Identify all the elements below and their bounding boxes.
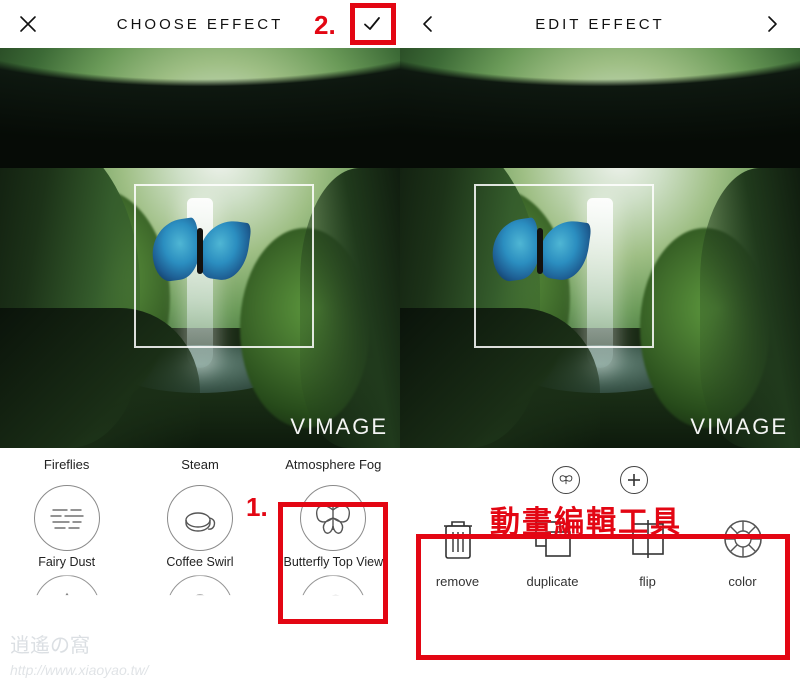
duplicate-icon: [530, 516, 576, 562]
effect-tabs: [400, 454, 800, 502]
tool-label: remove: [436, 574, 479, 589]
edit-tools: remove duplicate flip color: [400, 502, 800, 597]
preview-image-right[interactable]: VIMAGE: [400, 48, 800, 448]
effect-picker: Fireflies Steam Atmosphere Fog Fairy Dus…: [0, 448, 400, 684]
edit-panel: remove duplicate flip color: [400, 448, 800, 684]
fairy-dust-icon: [47, 498, 87, 538]
effect-partial-3[interactable]: [267, 571, 400, 647]
header-title: CHOOSE EFFECT: [42, 16, 358, 33]
effect-label: Butterfly Top View: [284, 555, 384, 569]
moon-icon: [313, 588, 353, 628]
tool-flip[interactable]: flip: [608, 516, 688, 589]
chevron-right-icon: [763, 15, 781, 33]
effect-label[interactable]: Steam: [133, 454, 266, 481]
butterfly-icon: [311, 496, 355, 540]
tab-effect-butterfly[interactable]: [552, 466, 580, 494]
prev-button[interactable]: [414, 10, 442, 38]
droplet-icon: [47, 588, 87, 628]
effect-fairy-dust[interactable]: Fairy Dust: [0, 481, 133, 575]
butterfly-effect-overlay[interactable]: [492, 220, 588, 284]
effect-coffee-swirl[interactable]: Coffee Swirl: [133, 481, 266, 575]
effect-label[interactable]: Fireflies: [0, 454, 133, 481]
flip-icon: [625, 516, 671, 562]
chevron-left-icon: [419, 15, 437, 33]
tab-add-effect[interactable]: [620, 466, 648, 494]
header-edit: EDIT EFFECT: [400, 0, 800, 48]
effect-butterfly-top[interactable]: Butterfly Top View: [267, 481, 400, 575]
tool-remove[interactable]: remove: [418, 516, 498, 589]
effect-row2: Fairy Dust Coffee Swirl Butterfly Top Vi…: [0, 481, 400, 575]
butterfly-effect-overlay[interactable]: [152, 220, 248, 284]
tool-duplicate[interactable]: duplicate: [513, 516, 593, 589]
header-choose: CHOOSE EFFECT: [0, 0, 400, 48]
tool-label: duplicate: [526, 574, 578, 589]
next-button[interactable]: [758, 10, 786, 38]
check-icon: [361, 13, 383, 35]
effect-row3-partial: [0, 571, 400, 647]
tutorial-image: CHOOSE EFFECT VIMAGE Fireflies Steam Atm…: [0, 0, 800, 684]
coffee-swirl-icon: [180, 498, 220, 538]
tool-color[interactable]: color: [703, 516, 783, 589]
app-watermark: VIMAGE: [290, 414, 388, 440]
bulb-icon: [180, 588, 220, 628]
plus-circle-icon: [625, 471, 643, 489]
close-icon: [18, 14, 38, 34]
color-wheel-icon: [720, 516, 766, 562]
screen-edit-effect: EDIT EFFECT VIMAGE: [400, 0, 800, 684]
tool-label: color: [728, 574, 756, 589]
app-watermark: VIMAGE: [690, 414, 788, 440]
page-watermark-url: http://www.xiaoyao.tw/: [10, 662, 149, 678]
confirm-button[interactable]: [358, 10, 386, 38]
header-title: EDIT EFFECT: [442, 16, 758, 33]
effect-label: Fairy Dust: [38, 555, 95, 569]
effect-label[interactable]: Atmosphere Fog: [267, 454, 400, 481]
screen-choose-effect: CHOOSE EFFECT VIMAGE Fireflies Steam Atm…: [0, 0, 400, 684]
effect-partial-2[interactable]: [133, 571, 266, 647]
effect-partial-1[interactable]: [0, 571, 133, 647]
butterfly-outline-icon: [557, 471, 575, 489]
tool-label: flip: [639, 574, 656, 589]
close-button[interactable]: [14, 10, 42, 38]
effect-row1-labels: Fireflies Steam Atmosphere Fog: [0, 454, 400, 481]
trash-icon: [438, 516, 478, 562]
effect-label: Coffee Swirl: [166, 555, 233, 569]
preview-image-left[interactable]: VIMAGE: [0, 48, 400, 448]
